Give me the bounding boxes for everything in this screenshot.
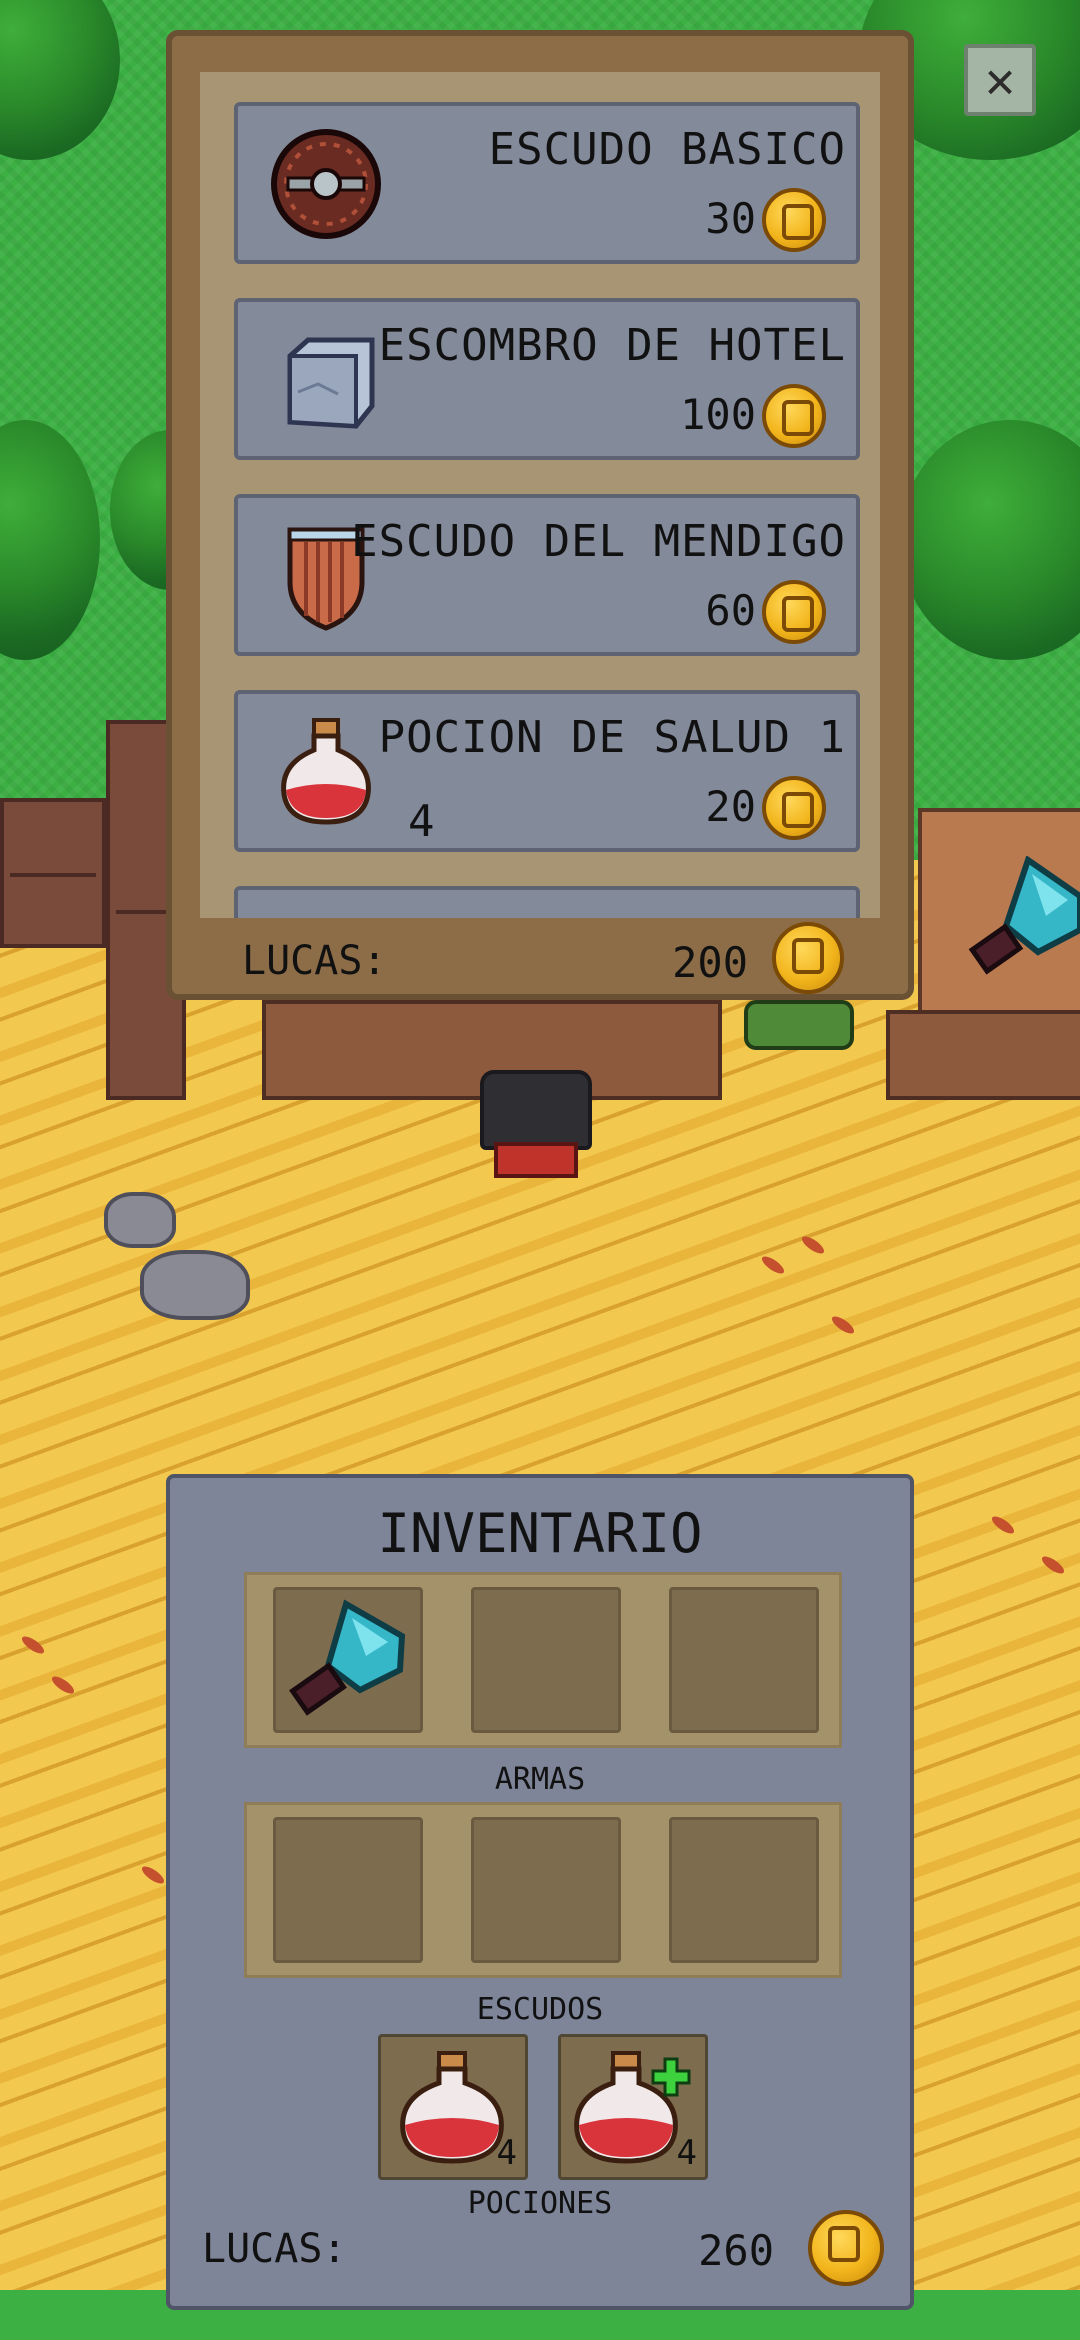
coin-icon (762, 384, 826, 448)
item-price: 60 (705, 586, 756, 635)
coin-icon (762, 776, 826, 840)
potion-count: 4 (496, 2133, 517, 2173)
item-price: 30 (705, 194, 756, 243)
shop-currency-bar: LUCAS: 200 (200, 916, 880, 996)
currency-amount: 200 (672, 938, 748, 987)
potions-label: POCIONES (467, 2186, 613, 2221)
weapon-slot-2[interactable] (471, 1587, 621, 1733)
inventory-panel: INVENTARIO ARMAS ESCUDOS 4 4 POCIONES LU… (166, 1474, 914, 2310)
potion-slot-1[interactable]: 4 (378, 2034, 528, 2180)
player-character (480, 1070, 592, 1180)
weapons-label: ARMAS (494, 1762, 586, 1797)
coin-icon (808, 2210, 884, 2286)
potion-count: 4 (676, 2133, 697, 2173)
inventory-title: INVENTARIO (377, 1502, 703, 1565)
shop-counter (886, 1010, 1080, 1100)
blue-blade-weapon-icon (289, 1599, 406, 1716)
item-name: POCION DE SALUD 1 (378, 712, 846, 763)
item-name: ESCUDO BASICO (488, 124, 846, 175)
shop-panel: ESCUDO BASICO 30 ESCOMBRO DE HOTEL 100 E… (166, 30, 914, 1000)
round-shield-icon (271, 129, 381, 239)
weapon-slot-1[interactable] (273, 1587, 423, 1733)
health-potion-icon (281, 718, 371, 825)
shields-label: ESCUDOS (476, 1992, 604, 2027)
shield-slot-3[interactable] (669, 1817, 819, 1963)
close-icon: ✕ (984, 51, 1016, 109)
weapon-slot-3[interactable] (669, 1587, 819, 1733)
item-name: ESCUDO DEL MENDIGO (351, 516, 846, 567)
blue-blade-weapon-icon[interactable] (968, 856, 1080, 984)
item-count: 4 (408, 796, 435, 847)
shop-item-list[interactable]: ESCUDO BASICO 30 ESCOMBRO DE HOTEL 100 E… (200, 72, 880, 918)
item-price: 100 (680, 390, 756, 439)
currency-label: LUCAS: (202, 2226, 347, 2272)
potion-slot-2[interactable]: 4 (558, 2034, 708, 2180)
currency-amount: 260 (698, 2226, 774, 2275)
close-button[interactable]: ✕ (964, 44, 1036, 116)
rock (104, 1192, 176, 1248)
shopkeeper-npc[interactable] (744, 1000, 854, 1050)
stone-block-icon (287, 337, 375, 429)
weapons-row (244, 1572, 842, 1748)
currency-label: LUCAS: (242, 938, 387, 984)
coin-icon (762, 188, 826, 252)
coin-icon (772, 922, 844, 994)
item-price: 20 (705, 782, 756, 831)
shop-item-pocion-de-salud-1[interactable]: 4 POCION DE SALUD 1 20 (234, 690, 860, 852)
shield-slot-2[interactable] (471, 1817, 621, 1963)
shop-item-partial[interactable] (234, 886, 860, 918)
bookshelf (0, 798, 106, 948)
shop-item-escombro-de-hotel[interactable]: ESCOMBRO DE HOTEL 100 (234, 298, 860, 460)
rock (140, 1250, 250, 1320)
shield-slot-1[interactable] (273, 1817, 423, 1963)
coin-icon (762, 580, 826, 644)
player-body (494, 1142, 578, 1178)
item-name: ESCOMBRO DE HOTEL (378, 320, 846, 371)
shields-row (244, 1802, 842, 1978)
shop-item-escudo-basico[interactable]: ESCUDO BASICO 30 (234, 102, 860, 264)
player-hair (480, 1070, 592, 1150)
shop-item-escudo-del-mendigo[interactable]: ESCUDO DEL MENDIGO 60 (234, 494, 860, 656)
